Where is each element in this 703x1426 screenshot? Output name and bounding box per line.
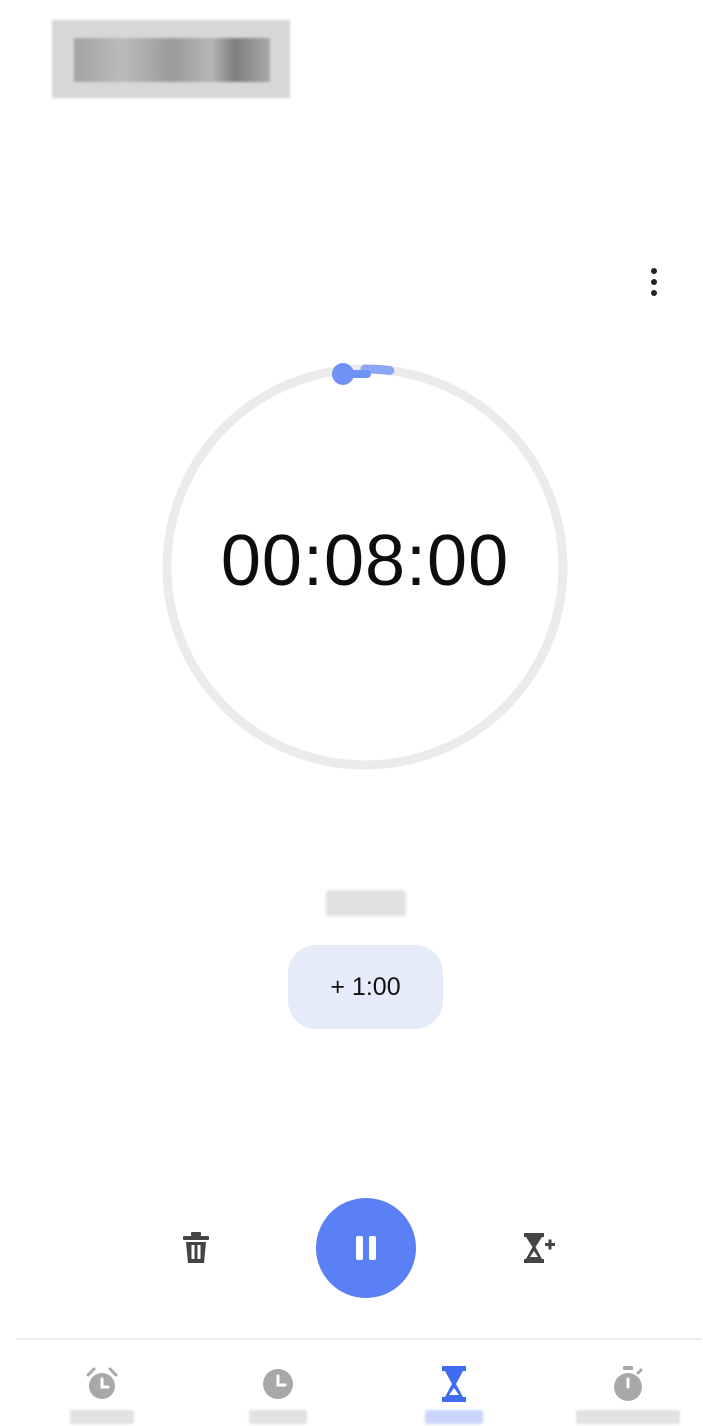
nav-label-timer-redacted bbox=[425, 1410, 483, 1424]
stopwatch-icon bbox=[614, 1366, 643, 1401]
nav-item-stopwatch[interactable] bbox=[558, 1348, 698, 1426]
pause-icon bbox=[356, 1236, 376, 1260]
trash-icon bbox=[183, 1232, 209, 1263]
nav-label-clock-redacted bbox=[249, 1410, 307, 1424]
nav-item-clock[interactable] bbox=[208, 1348, 348, 1426]
app-title-redacted bbox=[52, 20, 290, 98]
hourglass-plus-icon bbox=[524, 1233, 555, 1263]
add-one-minute-button[interactable]: + 1:00 bbox=[288, 945, 443, 1029]
nav-item-timer[interactable] bbox=[384, 1348, 524, 1426]
more-options-icon[interactable] bbox=[636, 262, 672, 302]
nav-divider bbox=[16, 1338, 702, 1340]
alarm-icon bbox=[86, 1367, 118, 1399]
pause-button[interactable] bbox=[316, 1198, 416, 1298]
add-timer-button[interactable] bbox=[512, 1222, 564, 1274]
timer-label-redacted[interactable] bbox=[326, 890, 406, 916]
delete-button[interactable] bbox=[170, 1222, 222, 1274]
clock-icon bbox=[263, 1369, 293, 1399]
hourglass-icon bbox=[442, 1366, 466, 1402]
nav-item-alarm[interactable] bbox=[32, 1348, 172, 1426]
nav-label-alarm-redacted bbox=[70, 1410, 134, 1424]
timer-readout: 00:08:00 bbox=[220, 521, 510, 601]
nav-label-stopwatch-redacted bbox=[576, 1410, 680, 1424]
